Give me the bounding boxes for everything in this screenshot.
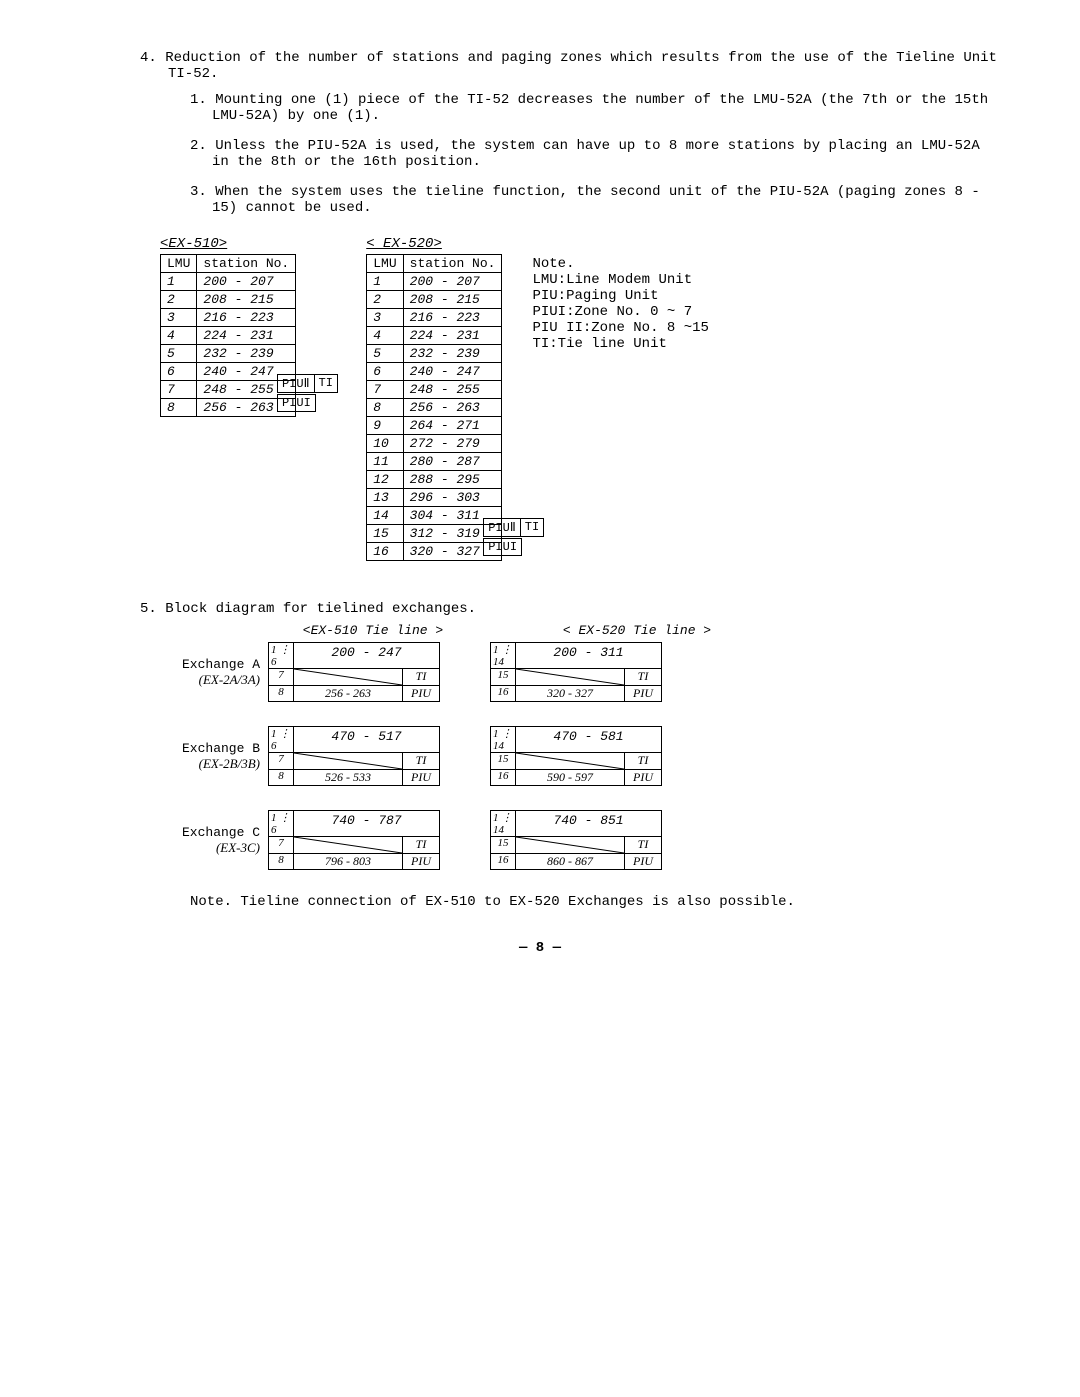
- note-line-1: LMU:Line Modem Unit: [532, 272, 708, 288]
- note-line-5: TI:Tie line Unit: [532, 336, 708, 352]
- ex510-side-piu1: PIUI: [277, 394, 316, 412]
- section-5: 5. Block diagram for tielined exchanges.…: [140, 601, 1000, 910]
- bd-left-group: 1 ⋮ 6 740 - 787 7TI 8796 - 803PIU: [268, 810, 440, 870]
- bd-left-group: 1 ⋮ 6 200 - 247 7TI 8256 - 263PIU: [268, 642, 440, 702]
- note-line-2: PIU:Paging Unit: [532, 288, 708, 304]
- ex520-side-piu1: PIUI: [483, 538, 522, 556]
- table-ex510: <EX-510> LMUstation No. 1200 - 207 2208 …: [160, 236, 296, 561]
- section-5-title: Block diagram for tielined exchanges.: [165, 601, 476, 617]
- section-4-num: 4.: [140, 50, 157, 66]
- s4-item-2: 2. Unless the PIU-52A is used, the syste…: [190, 138, 1000, 170]
- s4-item-3: 3. When the system uses the tieline func…: [190, 184, 1000, 216]
- section-4-heading: 4. Reduction of the number of stations a…: [140, 50, 1000, 82]
- bd-box: 1 ⋮ 14 200 - 311 15TI 16320 - 327PIU: [490, 642, 662, 702]
- bd-box: 1 ⋮ 6 470 - 517 7TI 8526 - 533PIU: [268, 726, 440, 786]
- bd-row-label: Exchange C(EX-3C): [140, 825, 268, 856]
- bd-row-label: Exchange B(EX-2B/3B): [140, 741, 268, 772]
- bd-right-group: 1 ⋮ 14 740 - 851 15TI 16860 - 867PIU: [490, 810, 662, 870]
- station-tables-row: <EX-510> LMUstation No. 1200 - 207 2208 …: [160, 236, 1000, 561]
- table-ex520: < EX-520> LMUstation No. 1200 - 207 2208…: [366, 236, 502, 561]
- ex510-hdr-l: LMU: [161, 255, 197, 273]
- block-diagram-rows: Exchange A(EX-2A/3A) 1 ⋮ 6 200 - 247 7TI…: [140, 642, 1000, 870]
- bd-row: Exchange B(EX-2B/3B) 1 ⋮ 6 470 - 517 7TI…: [140, 726, 1000, 786]
- ex520-hdr-l: LMU: [367, 255, 403, 273]
- section-4-items: 1. Mounting one (1) piece of the TI-52 d…: [190, 92, 1000, 216]
- section-5-num: 5.: [140, 601, 157, 617]
- notes-block: Note. LMU:Line Modem Unit PIU:Paging Uni…: [532, 236, 708, 561]
- bd-row: Exchange A(EX-2A/3A) 1 ⋮ 6 200 - 247 7TI…: [140, 642, 1000, 702]
- bd-right-group: 1 ⋮ 14 470 - 581 15TI 16590 - 597PIU: [490, 726, 662, 786]
- note-line-3: PIUI:Zone No. 0 ~ 7: [532, 304, 708, 320]
- ex520-side-ti: TI: [520, 518, 544, 537]
- bd-row: Exchange C(EX-3C) 1 ⋮ 6 740 - 787 7TI 87…: [140, 810, 1000, 870]
- bd-box: 1 ⋮ 6 740 - 787 7TI 8796 - 803PIU: [268, 810, 440, 870]
- section-4: 4. Reduction of the number of stations a…: [140, 50, 1000, 216]
- page-number: — 8 —: [80, 940, 1000, 956]
- section-4-title: Reduction of the number of stations and …: [165, 50, 997, 82]
- section-5-footnote: Note. Tieline connection of EX-510 to EX…: [190, 894, 1000, 910]
- note-line-4: PIU II:Zone No. 8 ~15: [532, 320, 708, 336]
- bd-row-label: Exchange A(EX-2A/3A): [140, 657, 268, 688]
- bd-left-group: 1 ⋮ 6 470 - 517 7TI 8526 - 533PIU: [268, 726, 440, 786]
- bd-head-right: < EX-520 Tie line >: [532, 623, 742, 638]
- block-diagram-headings: <EX-510 Tie line > < EX-520 Tie line >: [268, 623, 1000, 638]
- bd-head-left: <EX-510 Tie line >: [268, 623, 478, 638]
- ex510-hdr-r: station No.: [197, 255, 296, 273]
- bd-box: 1 ⋮ 14 470 - 581 15TI 16590 - 597PIU: [490, 726, 662, 786]
- ex510-side-ti: TI: [314, 374, 338, 393]
- bd-right-group: 1 ⋮ 14 200 - 311 15TI 16320 - 327PIU: [490, 642, 662, 702]
- ex510-label: <EX-510>: [160, 236, 227, 252]
- ex520-label: < EX-520>: [366, 236, 442, 252]
- bd-box: 1 ⋮ 6 200 - 247 7TI 8256 - 263PIU: [268, 642, 440, 702]
- ex510-side-piu2: PIUⅡ: [277, 374, 315, 393]
- ex520-table: LMUstation No. 1200 - 207 2208 - 215 321…: [366, 254, 502, 561]
- ex520-hdr-r: station No.: [403, 255, 502, 273]
- ex510-table: LMUstation No. 1200 - 207 2208 - 215 321…: [160, 254, 296, 417]
- section-5-heading: 5. Block diagram for tielined exchanges.: [140, 601, 1000, 617]
- bd-box: 1 ⋮ 14 740 - 851 15TI 16860 - 867PIU: [490, 810, 662, 870]
- ex520-side-piu2: PIUⅡ: [483, 518, 521, 537]
- s4-item-1: 1. Mounting one (1) piece of the TI-52 d…: [190, 92, 1000, 124]
- notes-heading: Note.: [532, 256, 708, 272]
